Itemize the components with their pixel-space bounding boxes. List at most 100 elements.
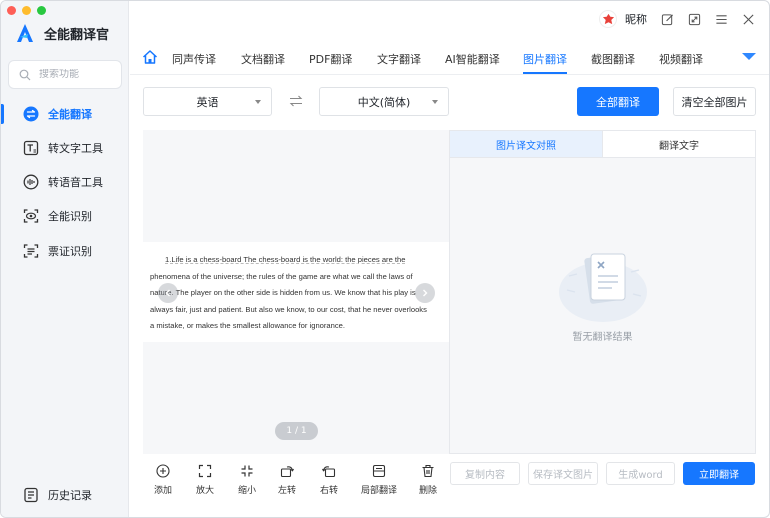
topbar-controls: 昵称 bbox=[599, 10, 755, 28]
tool-label: 左转 bbox=[278, 486, 297, 496]
ticket-scan-icon bbox=[23, 244, 39, 258]
preview-line: a mistake, or makes the smallest allowan… bbox=[150, 321, 345, 330]
tab-image-compare[interactable]: 图片译文对照 bbox=[450, 131, 603, 157]
preview-line: phenomena of the universe; the rules of … bbox=[150, 271, 413, 281]
minimize-window-button[interactable] bbox=[22, 6, 31, 15]
sidebar-item-label: 转文字工具 bbox=[48, 142, 103, 155]
tool-label: 缩小 bbox=[238, 486, 257, 496]
brand: 全能翻译官 bbox=[15, 23, 109, 43]
sidebar-item-label: 票证识别 bbox=[48, 245, 92, 258]
image-preview: 1.Life is a chess-board The chess-board … bbox=[143, 130, 449, 454]
resize-icon[interactable] bbox=[688, 13, 701, 26]
close-icon[interactable] bbox=[742, 13, 755, 26]
search-icon bbox=[19, 69, 31, 80]
translate-icon bbox=[23, 106, 39, 122]
target-language-select[interactable]: 中文(简体) bbox=[319, 87, 449, 116]
chevron-down-icon bbox=[255, 100, 261, 104]
maximize-window-button[interactable] bbox=[37, 6, 46, 15]
app-logo-icon bbox=[17, 24, 33, 42]
search-input[interactable] bbox=[39, 69, 109, 80]
clear-all-images-button[interactable]: 清空全部图片 bbox=[673, 87, 756, 116]
avatar-icon bbox=[602, 13, 614, 24]
source-language-select[interactable]: 英语 bbox=[143, 87, 272, 116]
image-toolbar: 添加 放大 缩小 左转 右转 局部翻译 删除 bbox=[143, 464, 449, 504]
window-controls bbox=[7, 6, 46, 15]
sidebar-item-label: 转语音工具 bbox=[48, 176, 103, 189]
tab-text[interactable]: 文字翻译 bbox=[377, 51, 421, 67]
result-tabs: 图片译文对照 翻译文字 bbox=[450, 131, 755, 158]
swap-languages-icon[interactable] bbox=[289, 95, 303, 107]
save-translated-image-button[interactable]: 保存译文图片 bbox=[528, 462, 598, 485]
rotate-right-icon bbox=[322, 466, 336, 478]
tab-translated-text[interactable]: 翻译文字 bbox=[603, 131, 755, 157]
sidebar-item-translate[interactable]: 全能翻译 bbox=[1, 100, 128, 128]
preview-line: always fair, just and patient. But also … bbox=[150, 304, 427, 314]
rotate-left-icon bbox=[280, 466, 294, 478]
zoom-in-icon bbox=[198, 464, 212, 478]
preview-line: nature. The player on the other side is … bbox=[150, 288, 416, 297]
copy-content-button[interactable]: 复制内容 bbox=[450, 462, 520, 485]
chevron-left-icon bbox=[165, 289, 170, 297]
home-icon[interactable] bbox=[142, 49, 158, 65]
tool-label: 删除 bbox=[419, 486, 438, 496]
text-convert-icon bbox=[23, 140, 39, 156]
zoom-out-button[interactable]: 缩小 bbox=[238, 464, 256, 496]
rotate-left-button[interactable]: 左转 bbox=[278, 464, 296, 496]
target-language-value: 中文(简体) bbox=[357, 95, 411, 109]
zoom-out-icon bbox=[241, 465, 253, 477]
sidebar-item-text-tool[interactable]: 转文字工具 bbox=[1, 134, 128, 162]
close-window-button[interactable] bbox=[7, 6, 16, 15]
empty-result-text: 暂无翻译结果 bbox=[572, 332, 633, 343]
edit-icon[interactable] bbox=[661, 13, 674, 26]
tab-pdf[interactable]: PDF翻译 bbox=[309, 51, 352, 67]
source-language-value: 英语 bbox=[196, 95, 219, 109]
menu-icon[interactable] bbox=[715, 13, 728, 26]
tool-label: 局部翻译 bbox=[361, 486, 398, 496]
tool-label: 放大 bbox=[196, 486, 215, 496]
search-box[interactable] bbox=[8, 60, 122, 89]
voice-icon bbox=[23, 174, 39, 190]
tool-label: 添加 bbox=[154, 486, 173, 496]
delete-button[interactable]: 删除 bbox=[419, 464, 437, 496]
tab-image[interactable]: 图片翻译 bbox=[523, 51, 567, 74]
rotate-right-button[interactable]: 右转 bbox=[320, 464, 338, 496]
trash-icon bbox=[422, 464, 434, 478]
chevron-right-icon bbox=[423, 289, 428, 297]
more-tabs-icon[interactable] bbox=[742, 53, 756, 60]
empty-result-icon bbox=[559, 253, 647, 322]
app-window: 全能翻译官 全能翻译 转文字工具 转语音工具 全能识别 票证识别 历史记 bbox=[0, 0, 770, 518]
preview-image: 1.Life is a chess-board The chess-board … bbox=[143, 242, 449, 342]
sidebar-item-voice-tool[interactable]: 转语音工具 bbox=[1, 168, 128, 196]
partial-translate-button[interactable]: 局部翻译 bbox=[361, 464, 397, 496]
tab-document[interactable]: 文档翻译 bbox=[241, 51, 285, 67]
preview-line: 1.Life is a chess-board The chess-board … bbox=[165, 255, 406, 264]
feature-tabs: 同声传译 文档翻译 PDF翻译 文字翻译 AI智能翻译 图片翻译 截图翻译 视频… bbox=[130, 45, 769, 75]
generate-word-button[interactable]: 生成word bbox=[606, 462, 675, 485]
tab-video[interactable]: 视频翻译 bbox=[659, 51, 703, 67]
zoom-in-button[interactable]: 放大 bbox=[196, 464, 214, 496]
app-name: 全能翻译官 bbox=[44, 27, 110, 43]
history-icon bbox=[24, 487, 38, 503]
tab-screenshot[interactable]: 截图翻译 bbox=[591, 51, 635, 67]
partial-translate-icon bbox=[372, 464, 386, 478]
prev-image-button[interactable] bbox=[158, 283, 178, 303]
sidebar-item-ticket[interactable]: 票证识别 bbox=[1, 237, 128, 265]
translate-now-button[interactable]: 立即翻译 bbox=[683, 462, 755, 485]
next-image-button[interactable] bbox=[415, 283, 435, 303]
tab-simultaneous[interactable]: 同声传译 bbox=[172, 51, 216, 67]
translate-all-button[interactable]: 全部翻译 bbox=[577, 87, 659, 116]
tab-ai[interactable]: AI智能翻译 bbox=[445, 51, 500, 67]
nickname[interactable]: 昵称 bbox=[625, 11, 647, 27]
history-button[interactable]: 历史记录 bbox=[23, 487, 92, 503]
avatar[interactable] bbox=[599, 10, 617, 28]
history-label: 历史记录 bbox=[48, 489, 92, 502]
add-button[interactable]: 添加 bbox=[154, 464, 172, 496]
sidebar-item-label: 全能识别 bbox=[48, 210, 92, 223]
sidebar-item-recognize[interactable]: 全能识别 bbox=[1, 202, 128, 230]
sidebar: 全能翻译官 全能翻译 转文字工具 转语音工具 全能识别 票证识别 历史记 bbox=[1, 1, 129, 517]
tool-label: 右转 bbox=[320, 486, 339, 496]
sidebar-item-label: 全能翻译 bbox=[48, 108, 92, 121]
add-icon bbox=[156, 464, 170, 478]
recognize-icon bbox=[23, 209, 39, 223]
page-indicator: 1 / 1 bbox=[275, 422, 318, 440]
